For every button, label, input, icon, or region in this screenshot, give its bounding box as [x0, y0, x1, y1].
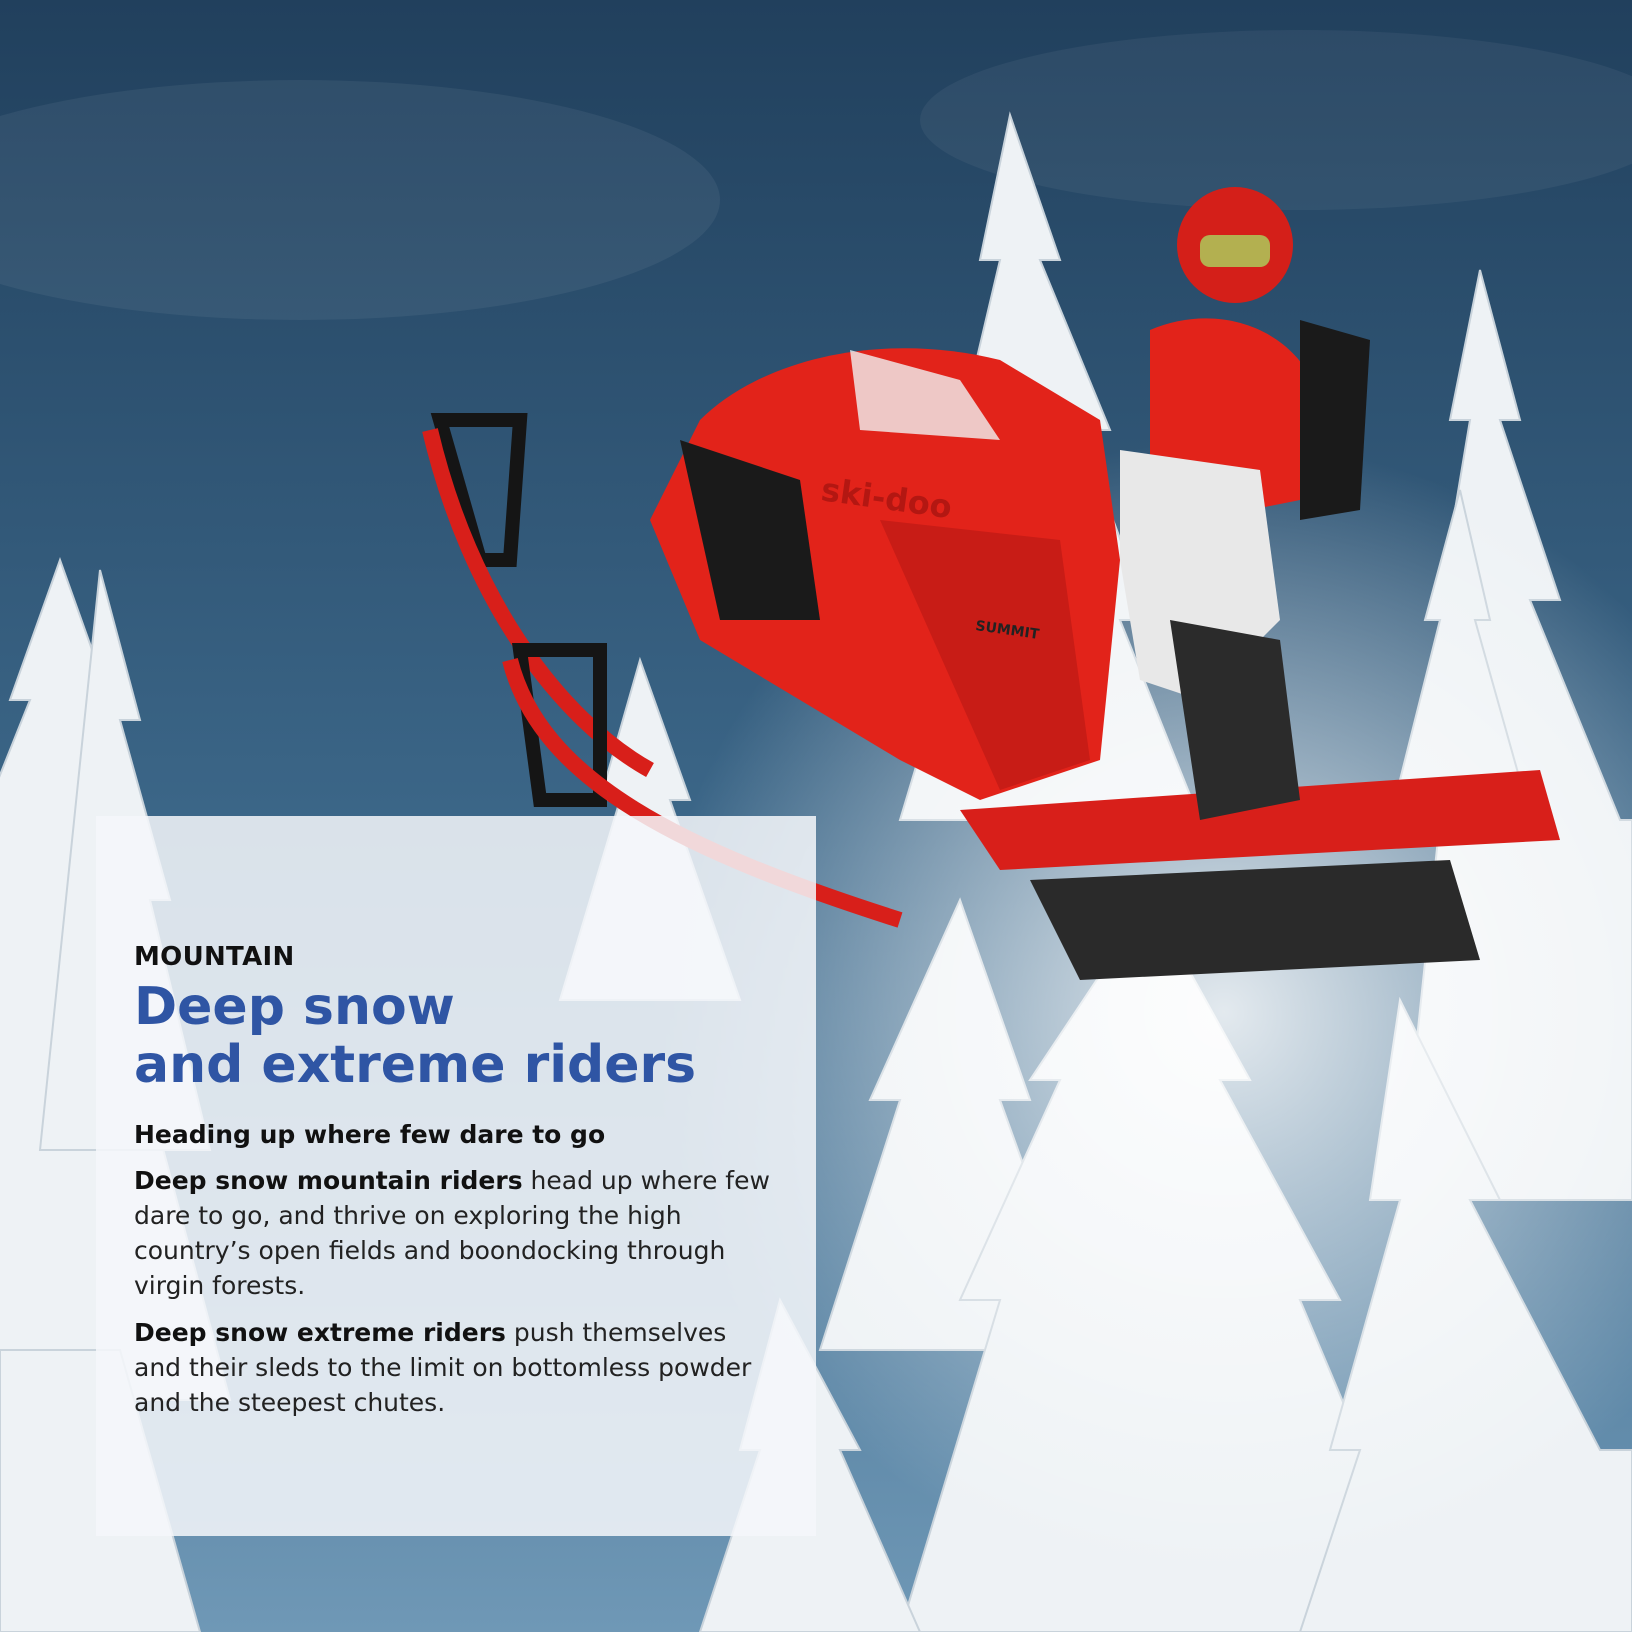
title-line-1: Deep snow [134, 977, 455, 1037]
section-eyebrow: MOUNTAIN [134, 942, 295, 972]
subheading: Heading up where few dare to go [134, 1120, 606, 1149]
paragraph-lead: Deep snow mountain riders [134, 1166, 523, 1195]
info-panel: MOUNTAIN Deep snow and extreme riders He… [96, 816, 816, 1536]
info-panel-content: MOUNTAIN Deep snow and extreme riders He… [134, 942, 774, 1432]
paragraph-lead: Deep snow extreme riders [134, 1318, 506, 1347]
paragraph-extreme-riders: Deep snow extreme riders push themselves… [134, 1315, 774, 1420]
title-line-2: and extreme riders [134, 1035, 697, 1095]
paragraph-mountain-riders: Deep snow mountain riders head up where … [134, 1163, 774, 1303]
page-title: Deep snow and extreme riders [134, 978, 774, 1094]
